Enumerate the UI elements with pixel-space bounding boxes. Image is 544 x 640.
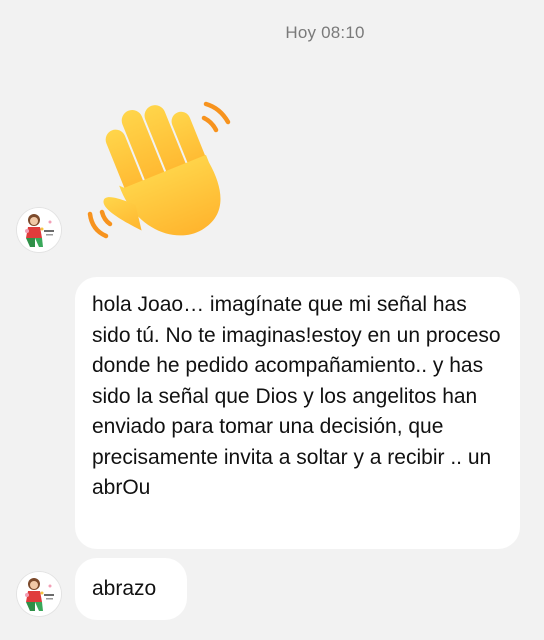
message-bubble[interactable]: abrazo [75, 558, 187, 620]
contact-avatar[interactable] [17, 208, 61, 252]
contact-avatar[interactable] [17, 572, 61, 616]
avatar-illustration [17, 208, 61, 252]
message-text: abrazo [92, 577, 157, 600]
message-text: hola Joao… imagínate que mi señal has si… [92, 293, 501, 499]
waving-hand-icon [87, 101, 231, 239]
chat-thread: Hoy 08:10 hola Joao… imagínate que mi se… [0, 0, 544, 640]
waving-hand-emoji[interactable] [80, 84, 250, 254]
message-timestamp: Hoy 08:10 [285, 23, 365, 42]
avatar-illustration [17, 572, 61, 616]
message-bubble[interactable]: hola Joao… imagínate que mi señal has si… [75, 277, 520, 549]
